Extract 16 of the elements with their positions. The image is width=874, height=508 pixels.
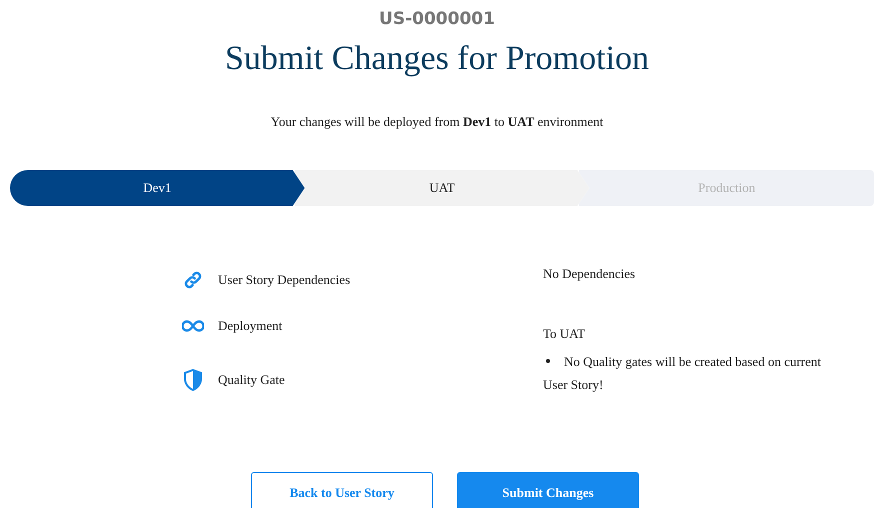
back-button[interactable]: Back to User Story bbox=[251, 472, 433, 508]
deployment-text: To UAT bbox=[543, 325, 586, 343]
path-stage[interactable]: Dev1 bbox=[10, 170, 305, 206]
quality-gate-note: No Quality gates will be created based on current User Story! bbox=[543, 350, 843, 396]
page-title: Submit Changes for Promotion bbox=[224, 39, 650, 79]
record-id: US-0000001 bbox=[378, 8, 496, 31]
dependencies-text: No Dependencies bbox=[543, 265, 636, 283]
shield-icon bbox=[182, 369, 204, 391]
infinity-icon bbox=[182, 320, 204, 332]
detail-label: Quality Gate bbox=[218, 372, 285, 388]
submit-button[interactable]: Submit Changes bbox=[457, 472, 639, 508]
subtitle: Your changes will be deployed from Dev1 to UAT environment bbox=[270, 114, 604, 130]
link-icon bbox=[182, 270, 204, 290]
path-stage[interactable]: UAT bbox=[292, 170, 590, 206]
detail-label: Deployment bbox=[218, 318, 282, 334]
detail-label: User Story Dependencies bbox=[218, 272, 350, 288]
